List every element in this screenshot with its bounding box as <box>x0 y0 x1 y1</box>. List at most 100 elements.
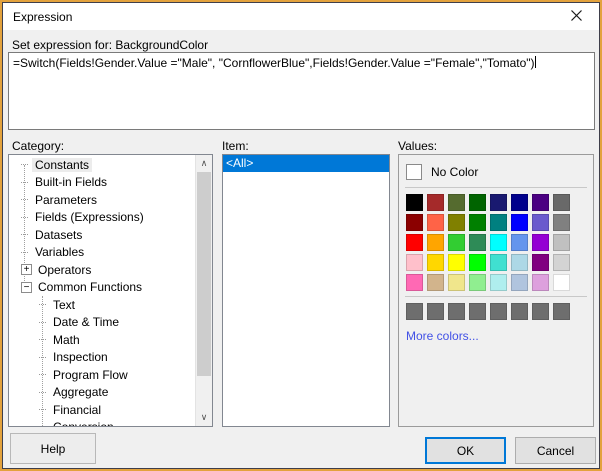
color-swatch[interactable] <box>406 234 423 251</box>
custom-color-swatch[interactable] <box>490 303 507 320</box>
color-swatch[interactable] <box>490 234 507 251</box>
category-tree-item[interactable]: Text <box>9 296 195 314</box>
color-swatch[interactable] <box>406 194 423 211</box>
tree-connector <box>39 304 46 306</box>
tree-connector <box>39 321 46 323</box>
color-swatch[interactable] <box>511 214 528 231</box>
color-swatch[interactable] <box>427 234 444 251</box>
custom-colors-row <box>406 303 587 320</box>
category-tree-item[interactable]: Conversion <box>9 419 195 426</box>
close-button[interactable] <box>563 7 589 26</box>
custom-color-swatch[interactable] <box>532 303 549 320</box>
scroll-down-icon[interactable]: ∨ <box>196 409 212 426</box>
no-color-option[interactable]: No Color <box>406 162 587 182</box>
color-swatch[interactable] <box>532 254 549 271</box>
category-tree-item[interactable]: Datasets <box>9 226 195 244</box>
color-swatch[interactable] <box>469 214 486 231</box>
ok-button[interactable]: OK <box>425 437 506 464</box>
category-tree-item[interactable]: + Operators <box>9 261 195 279</box>
category-tree-item[interactable]: Parameters <box>9 191 195 209</box>
category-tree-item[interactable]: Built-in Fields <box>9 174 195 192</box>
expand-icon[interactable]: + <box>21 264 32 276</box>
no-color-swatch[interactable] <box>406 164 422 180</box>
category-tree-item[interactable]: Date & Time <box>9 314 195 332</box>
category-tree-item[interactable]: Math <box>9 331 195 349</box>
category-tree-item-label: Variables <box>35 245 85 260</box>
custom-color-swatch[interactable] <box>427 303 444 320</box>
category-tree-item-label: Built-in Fields <box>35 175 108 190</box>
color-swatch[interactable] <box>553 234 570 251</box>
category-tree-item[interactable]: Financial <box>9 401 195 419</box>
color-swatch[interactable] <box>511 194 528 211</box>
custom-color-swatch[interactable] <box>448 303 465 320</box>
category-tree-item-label: Fields (Expressions) <box>35 210 144 225</box>
color-swatch[interactable] <box>406 254 423 271</box>
color-swatch[interactable] <box>427 254 444 271</box>
title-bar[interactable]: Expression <box>3 3 599 30</box>
color-swatch[interactable] <box>553 274 570 291</box>
custom-color-swatch[interactable] <box>553 303 570 320</box>
color-swatch[interactable] <box>406 214 423 231</box>
tree-connector <box>39 339 46 341</box>
category-listbox: Constants Built-in Fields Parameters Fields… <box>8 154 213 427</box>
color-swatch[interactable] <box>448 194 465 211</box>
color-swatch[interactable] <box>511 274 528 291</box>
category-tree-item[interactable]: − Common Functions <box>9 279 195 297</box>
color-swatch[interactable] <box>448 214 465 231</box>
category-tree-item[interactable]: Variables <box>9 244 195 262</box>
help-button[interactable]: Help <box>10 433 96 464</box>
close-icon <box>570 8 582 26</box>
custom-color-swatch[interactable] <box>511 303 528 320</box>
color-swatch[interactable] <box>406 274 423 291</box>
scrollbar-thumb[interactable] <box>197 172 211 376</box>
color-swatch[interactable] <box>532 214 549 231</box>
color-swatch[interactable] <box>532 274 549 291</box>
set-expression-label: Set expression for: BackgroundColor <box>12 38 209 52</box>
color-swatch[interactable] <box>553 214 570 231</box>
color-swatch[interactable] <box>532 194 549 211</box>
color-swatch[interactable] <box>490 214 507 231</box>
category-tree-item[interactable]: Program Flow <box>9 366 195 384</box>
color-swatch[interactable] <box>490 274 507 291</box>
color-swatch[interactable] <box>469 254 486 271</box>
color-swatch[interactable] <box>448 254 465 271</box>
color-swatch[interactable] <box>469 194 486 211</box>
scroll-up-icon[interactable]: ∧ <box>196 155 212 172</box>
category-tree-item-label: Parameters <box>35 192 98 207</box>
category-tree-item[interactable]: Constants <box>9 156 195 174</box>
color-swatch[interactable] <box>427 194 444 211</box>
tree-connector <box>39 356 46 358</box>
expression-input[interactable]: =Switch(Fields!Gender.Value ="Male", "Co… <box>8 52 595 130</box>
color-swatch[interactable] <box>427 274 444 291</box>
category-tree-item[interactable]: Aggregate <box>9 384 195 402</box>
category-tree-item-label: Text <box>53 297 76 312</box>
color-swatch[interactable] <box>448 234 465 251</box>
color-swatch[interactable] <box>511 234 528 251</box>
custom-color-swatch[interactable] <box>469 303 486 320</box>
color-swatch[interactable] <box>469 234 486 251</box>
more-colors-link[interactable]: More colors... <box>406 329 479 343</box>
category-tree-item-label: Date & Time <box>53 315 120 330</box>
cancel-button[interactable]: Cancel <box>515 437 596 464</box>
tree-connector <box>39 374 46 376</box>
collapse-icon[interactable]: − <box>21 281 32 293</box>
color-swatch[interactable] <box>553 254 570 271</box>
color-swatch[interactable] <box>448 274 465 291</box>
color-swatch[interactable] <box>490 254 507 271</box>
expression-text: =Switch(Fields!Gender.Value ="Male", "Co… <box>13 56 535 70</box>
category-tree-item[interactable]: Inspection <box>9 349 195 367</box>
color-swatch[interactable] <box>490 194 507 211</box>
item-listbox: <All> <box>222 154 390 427</box>
color-swatch[interactable] <box>469 274 486 291</box>
category-tree-item-label: Program Flow <box>53 367 128 382</box>
category-scrollbar[interactable]: ∧ ∨ <box>195 155 212 426</box>
category-tree-item[interactable]: Fields (Expressions) <box>9 209 195 227</box>
color-swatch[interactable] <box>553 194 570 211</box>
color-swatch[interactable] <box>532 234 549 251</box>
item-list-row[interactable]: <All> <box>223 155 389 172</box>
custom-color-swatch[interactable] <box>406 303 423 320</box>
values-label: Values: <box>398 139 438 153</box>
category-tree-item-label: Datasets <box>35 227 83 242</box>
color-swatch[interactable] <box>511 254 528 271</box>
color-swatch[interactable] <box>427 214 444 231</box>
